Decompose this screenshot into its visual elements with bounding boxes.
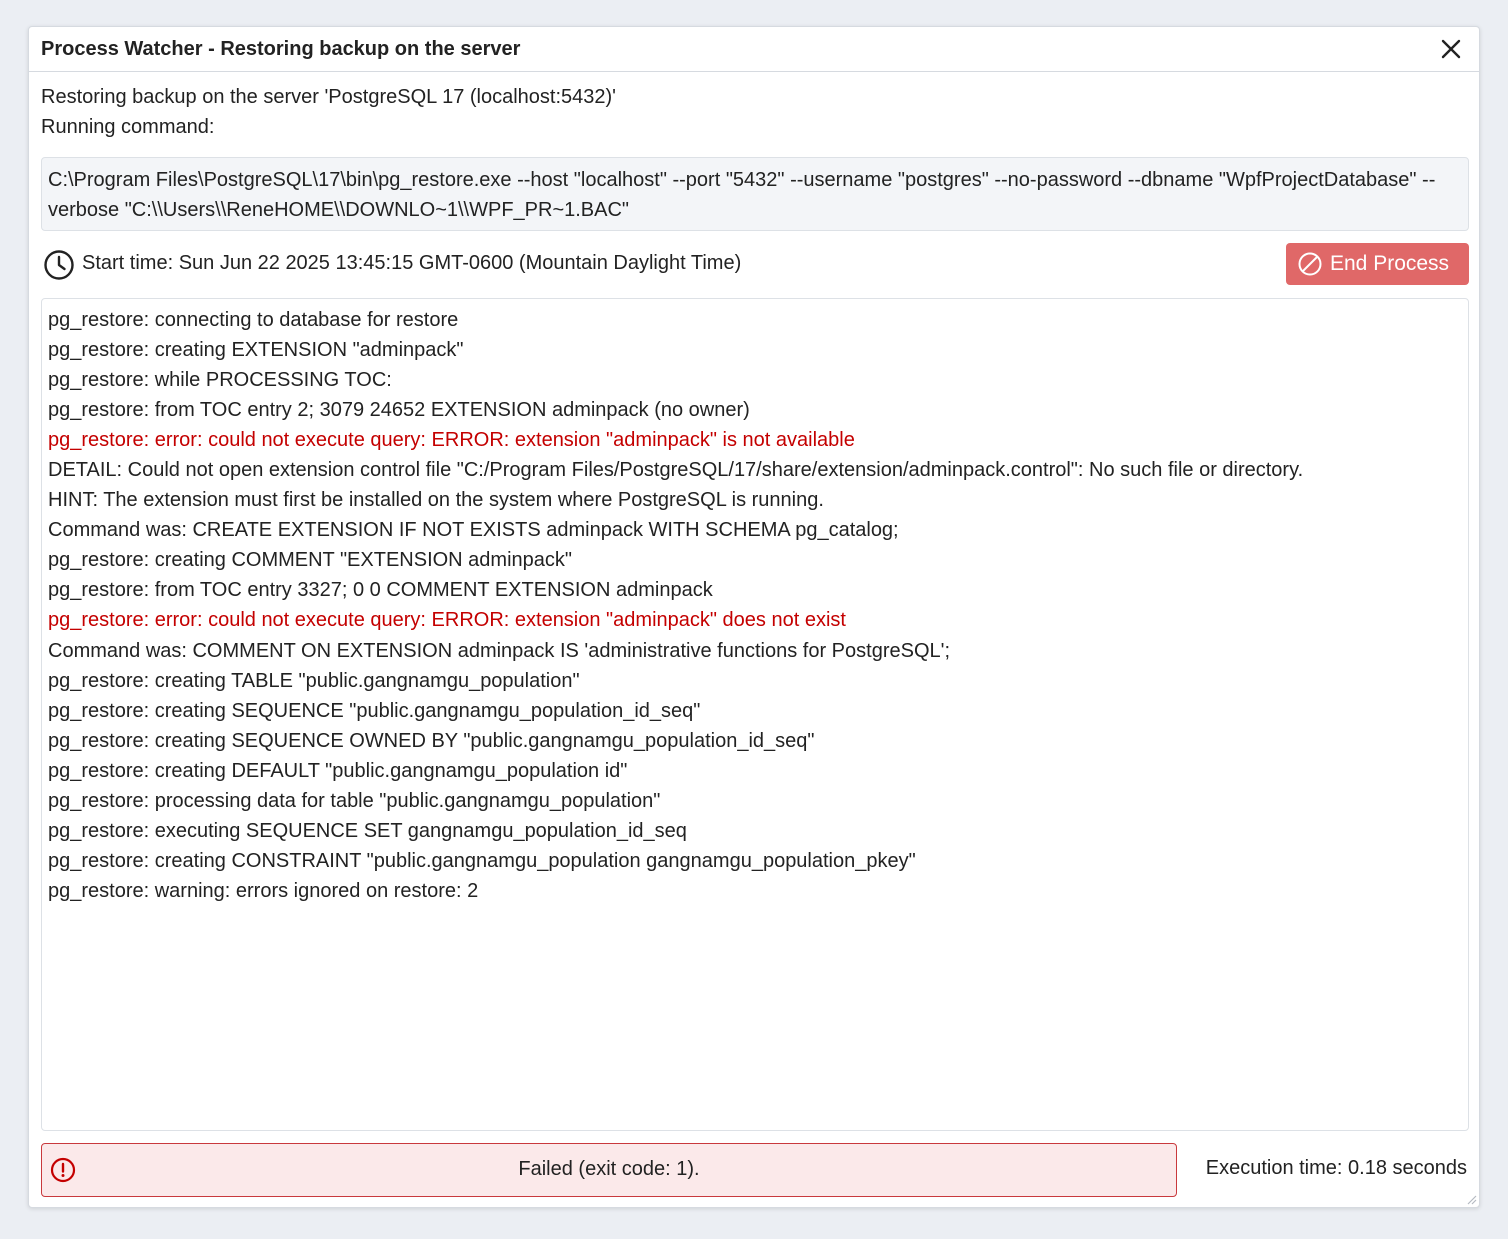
log-line: pg_restore: creating SEQUENCE OWNED BY "… <box>48 729 815 752</box>
process-log[interactable]: pg_restore: connecting to database for r… <box>41 298 1469 1131</box>
log-line: pg_restore: creating SEQUENCE "public.ga… <box>48 699 701 722</box>
log-line: pg_restore: from TOC entry 3327; 0 0 COM… <box>48 579 713 602</box>
dialog-title: Process Watcher - Restoring backup on th… <box>41 38 521 60</box>
close-button[interactable] <box>1439 37 1463 61</box>
log-line: Command was: CREATE EXTENSION IF NOT EXI… <box>48 519 899 542</box>
command-text: C:\Program Files\PostgreSQL\17\bin\pg_re… <box>41 157 1469 231</box>
log-line: DETAIL: Could not open extension control… <box>48 459 1304 482</box>
status-text: Failed (exit code: 1). <box>518 1158 700 1180</box>
log-line: pg_restore: creating DEFAULT "public.gan… <box>48 759 628 782</box>
restoring-info: Restoring backup on the server 'PostgreS… <box>41 86 616 108</box>
log-line: HINT: The extension must first be instal… <box>48 489 824 512</box>
ban-icon <box>1298 252 1322 276</box>
log-line: pg_restore: creating CONSTRAINT "public.… <box>48 849 916 872</box>
running-command-label: Running command: <box>41 116 215 138</box>
clock-icon <box>44 250 74 280</box>
log-line: pg_restore: processing data for table "p… <box>48 789 661 812</box>
log-line-error: pg_restore: error: could not execute que… <box>48 609 846 632</box>
log-line: pg_restore: warning: errors ignored on r… <box>48 879 479 902</box>
log-line: pg_restore: from TOC entry 2; 3079 24652… <box>48 399 750 422</box>
start-time-text: Start time: Sun Jun 22 2025 13:45:15 GMT… <box>82 252 742 274</box>
log-line: pg_restore: while PROCESSING TOC: <box>48 369 392 392</box>
log-line: pg_restore: executing SEQUENCE SET gangn… <box>48 819 687 842</box>
log-line-error: pg_restore: error: could not execute que… <box>48 429 855 452</box>
status-alert: Failed (exit code: 1). <box>41 1143 1177 1197</box>
log-line: pg_restore: creating TABLE "public.gangn… <box>48 669 580 692</box>
log-line: pg_restore: connecting to database for r… <box>48 309 459 331</box>
close-icon <box>1441 39 1461 59</box>
end-process-button[interactable]: End Process <box>1286 243 1469 285</box>
log-line: pg_restore: creating COMMENT "EXTENSION … <box>48 549 573 572</box>
end-process-label: End Process <box>1330 252 1450 275</box>
process-watcher-dialog: Process Watcher - Restoring backup on th… <box>28 26 1480 1208</box>
dialog-titlebar[interactable]: Process Watcher - Restoring backup on th… <box>29 27 1479 72</box>
execution-time: Execution time: 0.18 seconds <box>1205 1157 1467 1179</box>
log-line: Command was: COMMENT ON EXTENSION adminp… <box>48 639 951 662</box>
log-line: pg_restore: creating EXTENSION "adminpac… <box>48 339 464 362</box>
resize-grip-icon[interactable] <box>1465 1193 1477 1205</box>
